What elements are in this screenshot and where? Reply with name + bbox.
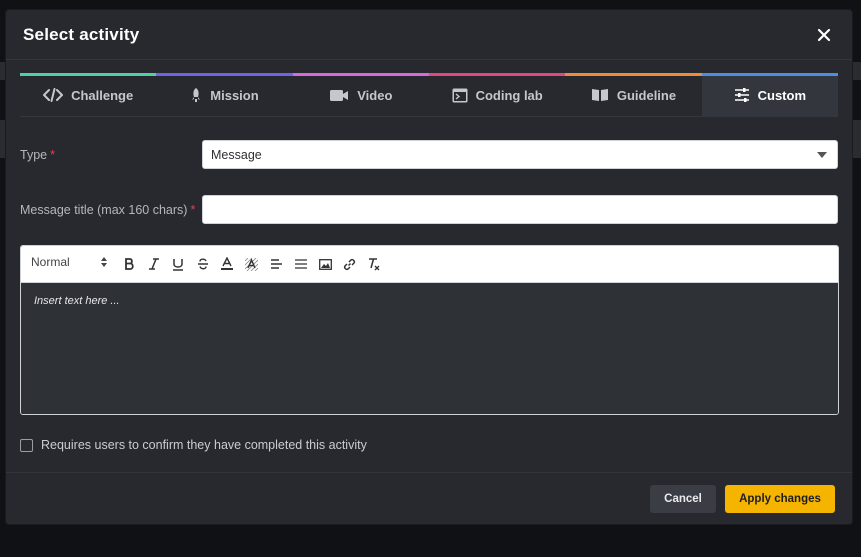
clear-format-button[interactable] [362, 253, 387, 275]
tab-label: Video [357, 87, 393, 103]
highlight-color-button[interactable] [240, 253, 265, 275]
bold-button[interactable] [117, 253, 142, 275]
select-activity-modal: Select activity Challenge Mission Video … [6, 10, 852, 524]
list-icon [294, 259, 307, 269]
terminal-window-icon [452, 88, 468, 103]
tab-color-bar [428, 73, 566, 76]
strikethrough-button[interactable] [191, 253, 216, 275]
tab-label: Coding lab [475, 87, 543, 103]
message-title-label: Message title (max 160 chars) * [20, 203, 202, 217]
confirm-row: Requires users to confirm they have comp… [20, 438, 367, 452]
tab-custom[interactable]: Custom [701, 73, 838, 117]
chevron-down-icon [817, 152, 827, 158]
align-button[interactable] [264, 253, 289, 275]
heading-select-value: Normal [31, 255, 70, 269]
message-title-label-text: Message title (max 160 chars) [20, 202, 188, 217]
message-title-input[interactable] [202, 195, 838, 224]
type-select-value: Message [211, 147, 262, 162]
tab-guideline[interactable]: Guideline [565, 73, 702, 117]
tab-color-bar [156, 73, 293, 76]
up-down-arrows-icon [101, 257, 107, 267]
code-icon [43, 88, 64, 102]
tab-mission[interactable]: Mission [156, 73, 293, 117]
link-icon [344, 258, 356, 270]
italic-icon [148, 258, 159, 270]
message-title-row: Message title (max 160 chars) * [20, 195, 838, 224]
list-button[interactable] [289, 253, 314, 275]
underline-button[interactable] [166, 253, 191, 275]
modal-footer: Cancel Apply changes [6, 472, 852, 524]
editor-body[interactable]: Insert text here ... [21, 283, 838, 414]
modal-header: Select activity [6, 10, 852, 60]
image-icon [318, 258, 332, 270]
open-book-icon [591, 88, 609, 102]
text-color-icon [221, 257, 234, 270]
type-label-text: Type [20, 147, 48, 162]
tab-video[interactable]: Video [292, 73, 429, 117]
editor-toolbar: Normal [21, 246, 838, 283]
tab-label: Challenge [71, 87, 134, 103]
tab-label: Guideline [616, 87, 677, 103]
tab-color-bar [20, 73, 157, 76]
type-row: Type * Message [20, 140, 838, 169]
tab-color-bar [292, 73, 429, 76]
confirm-checkbox[interactable] [20, 438, 33, 452]
tab-challenge[interactable]: Challenge [20, 73, 157, 117]
required-marker: * [50, 147, 55, 162]
text-color-button[interactable] [215, 253, 240, 275]
tab-color-bar [565, 73, 702, 76]
modal-title: Select activity [23, 24, 140, 44]
tab-label: Mission [210, 87, 259, 103]
image-button[interactable] [313, 253, 338, 275]
link-button[interactable] [338, 253, 363, 275]
rich-text-editor: Normal Insert text here ... [20, 245, 839, 415]
cancel-button[interactable]: Cancel [650, 484, 716, 513]
tab-label: Custom [757, 87, 806, 103]
heading-select[interactable]: Normal [31, 255, 111, 269]
strikethrough-icon [197, 258, 208, 270]
type-select[interactable]: Message [202, 140, 838, 169]
required-marker: * [190, 202, 196, 217]
italic-button[interactable] [142, 253, 167, 275]
video-camera-icon [329, 89, 349, 102]
editor-placeholder: Insert text here ... [34, 295, 120, 307]
underline-icon [173, 258, 184, 271]
clear-format-icon [369, 258, 380, 271]
rocket-icon [190, 87, 202, 103]
activity-tabs: Challenge Mission Video Coding lab Guide… [20, 73, 838, 117]
sliders-icon [734, 88, 750, 102]
apply-changes-button[interactable]: Apply changes [725, 484, 835, 513]
close-button[interactable] [813, 24, 835, 46]
close-icon [817, 28, 831, 41]
highlight-color-icon [245, 257, 259, 271]
confirm-label[interactable]: Requires users to confirm they have comp… [41, 438, 367, 452]
tab-coding-lab[interactable]: Coding lab [428, 73, 566, 117]
bold-icon [125, 258, 134, 270]
type-label: Type * [20, 148, 202, 162]
tab-color-bar [701, 73, 838, 76]
align-icon [270, 259, 282, 269]
